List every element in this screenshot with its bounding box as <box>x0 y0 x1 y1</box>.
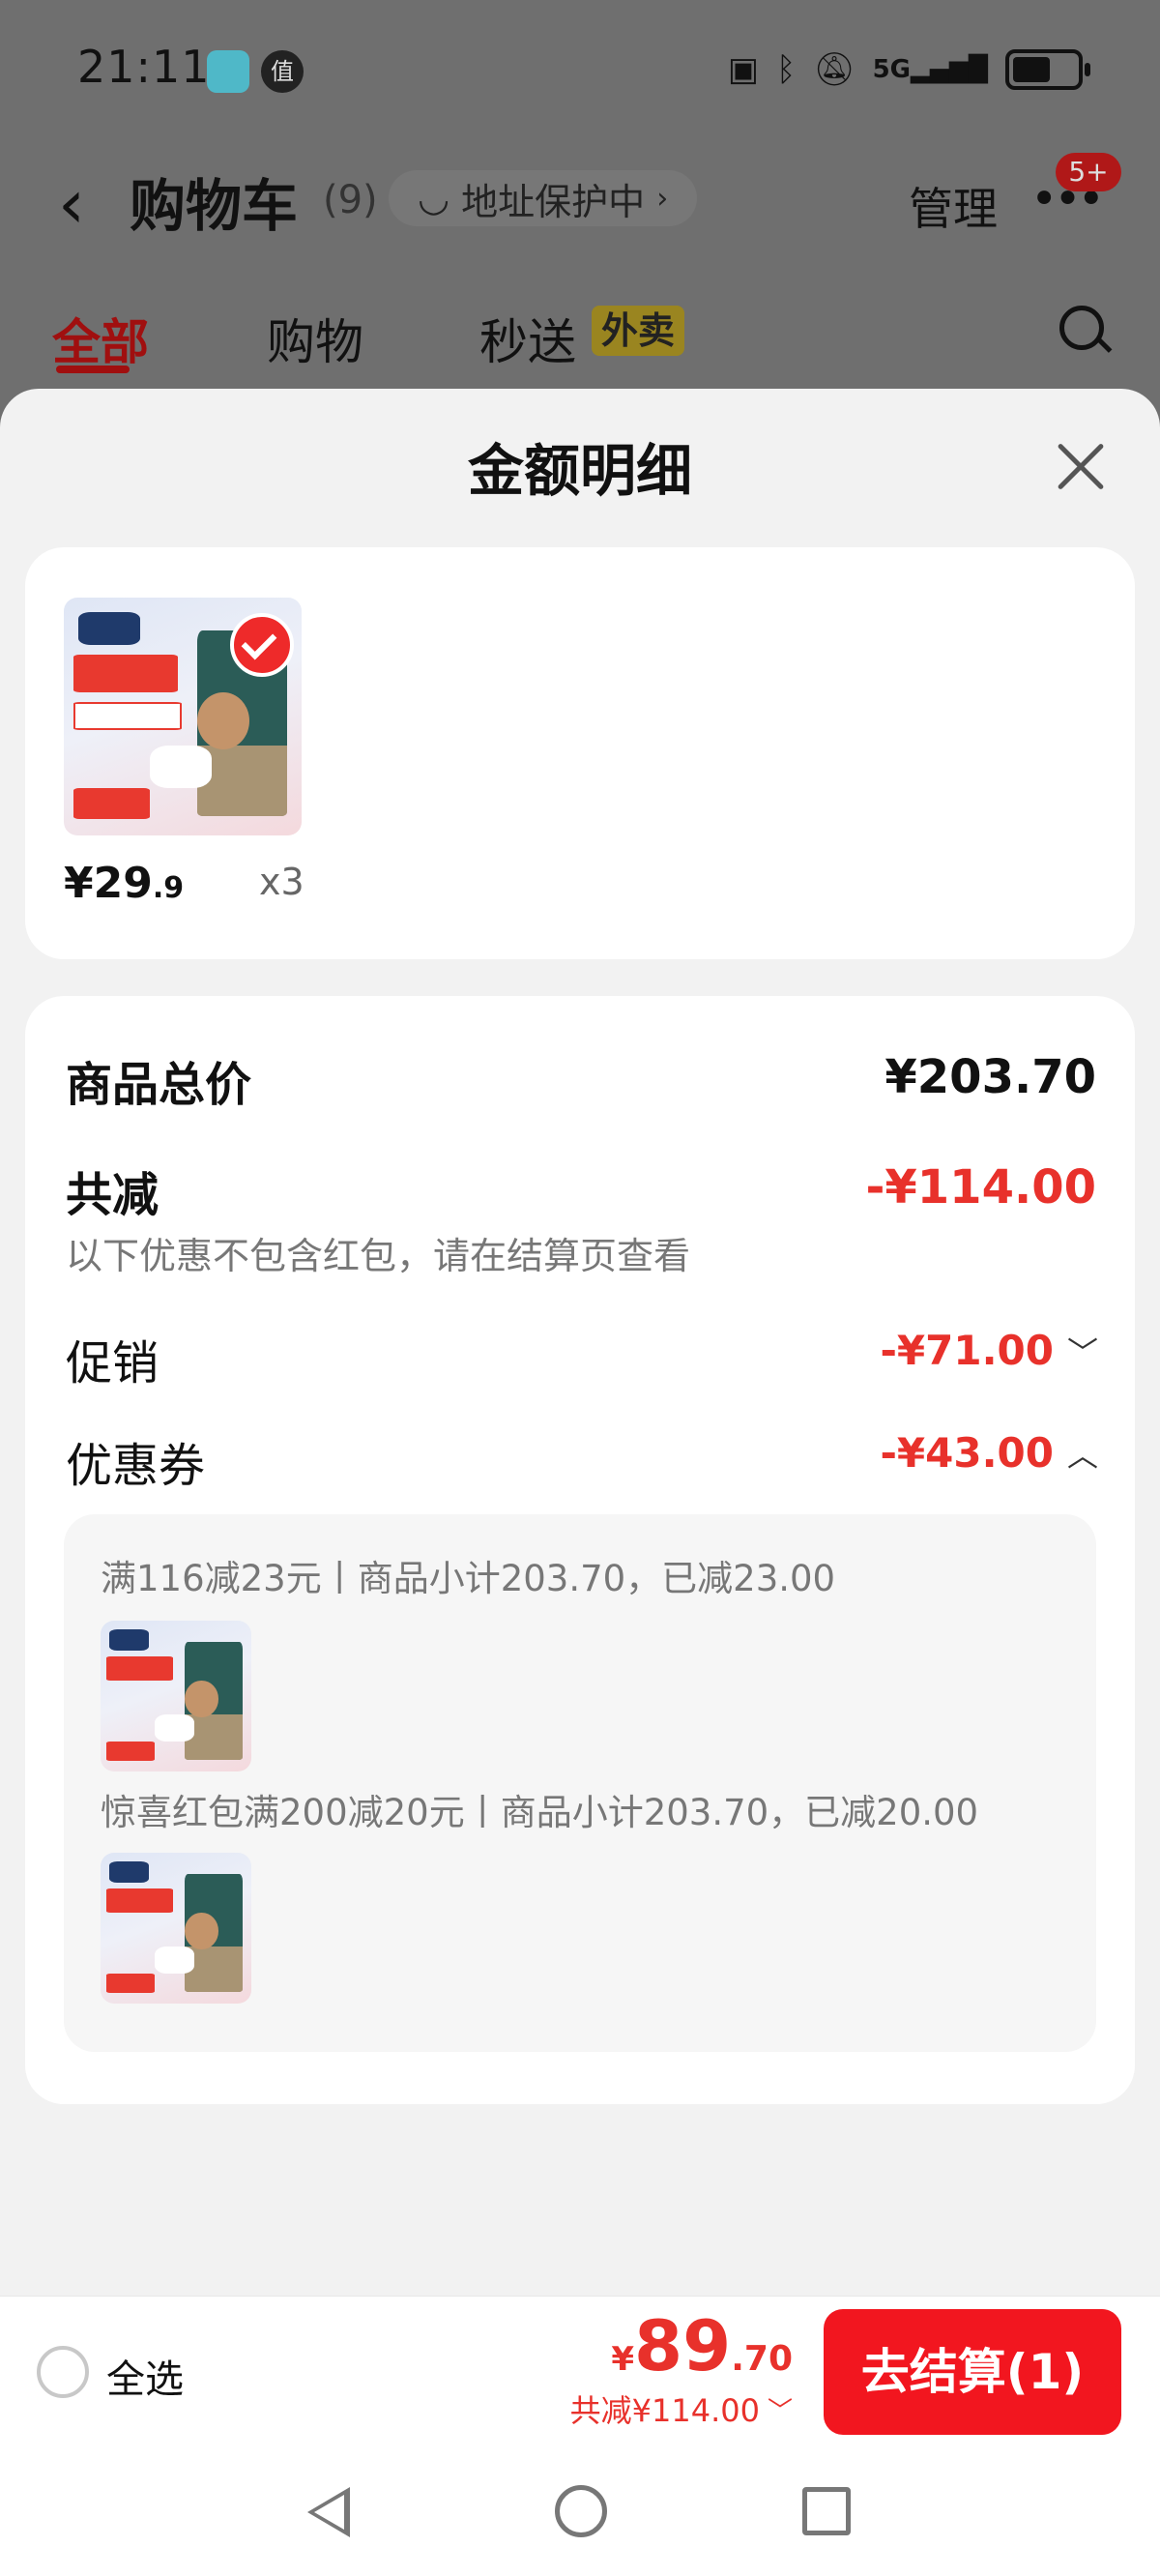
brand-logo <box>109 1861 149 1884</box>
diaper-graphic <box>149 745 212 788</box>
total-dec: .70 <box>731 2339 793 2379</box>
address-protect-pill[interactable]: ◡ 地址保护中 › <box>389 170 698 226</box>
chevron-down-icon: ﹀ <box>767 2396 793 2426</box>
status-icons: ▣ ᛒ 🔕︎ 5G▂▄▆█ <box>727 43 1090 97</box>
price-sticker <box>106 1741 156 1762</box>
battery-icon <box>1005 49 1090 90</box>
nav-recent-icon[interactable] <box>802 2487 851 2535</box>
saved-amount: 共减¥114.00 <box>569 2392 760 2429</box>
bear-graphic <box>185 1913 218 1949</box>
checkout-button[interactable]: 去结算(1) <box>824 2309 1121 2435</box>
promo-row-toggle[interactable]: -¥71.00 ﹀ <box>880 1327 1098 1374</box>
price-sticker <box>106 1973 156 1994</box>
total-yen: ¥ <box>611 2340 635 2379</box>
tab-express[interactable]: 秒送 <box>479 304 576 373</box>
brand-logo <box>77 611 140 646</box>
coupon-row-toggle[interactable]: -¥43.00 ︿ <box>880 1429 1098 1477</box>
sheet-title: 金额明细 <box>467 438 692 504</box>
total-label: 商品总价 <box>66 1058 252 1112</box>
nav-home-icon[interactable] <box>555 2485 607 2537</box>
chevron-down-icon: ﹀ <box>1066 1333 1098 1371</box>
discount-note: 以下优惠不包含红包，请在结算页查看 <box>66 1235 691 1277</box>
total-amount: ¥89.70 <box>611 2305 793 2386</box>
reader-app-icon <box>207 50 249 93</box>
cart-count: (9) <box>323 178 378 222</box>
bear-graphic <box>196 692 249 750</box>
search-icon[interactable] <box>1059 306 1104 350</box>
promo-value: -¥71.00 <box>880 1327 1054 1374</box>
coupon-detail-text: 满116减23元丨商品小计203.70，已减23.00 <box>101 1558 836 1599</box>
product-price-dec: .9 <box>152 871 185 905</box>
manage-button[interactable]: 管理 <box>909 174 998 238</box>
selected-check-icon[interactable] <box>230 613 294 677</box>
coupon-product-image <box>101 1621 251 1771</box>
close-icon[interactable] <box>1054 440 1108 494</box>
coupon-product-image <box>101 1853 251 2004</box>
select-all-radio[interactable] <box>37 2346 89 2398</box>
coupon-value: -¥43.00 <box>880 1429 1054 1477</box>
discount-label: 共减 <box>66 1168 160 1222</box>
price-sticker <box>72 787 150 819</box>
coupon-detail-text: 惊喜红包满200减20元丨商品小计203.70，已减20.00 <box>101 1792 979 1833</box>
product-price-int: ¥29 <box>64 859 153 908</box>
zhi-app-icon: 值 <box>261 50 304 93</box>
message-badge: 5+ <box>1056 153 1121 191</box>
product-quantity: x3 <box>259 861 304 903</box>
address-protect-label: 地址保护中 <box>461 180 646 223</box>
saved-amount-toggle[interactable]: 共减¥114.00 ﹀ <box>570 2386 793 2431</box>
discount-value: -¥114.00 <box>865 1160 1096 1215</box>
diaper-graphic <box>155 1713 194 1742</box>
bluetooth-icon: ᛒ <box>776 50 797 89</box>
status-bar: 21:11 值 ▣ ᛒ 🔕︎ 5G▂▄▆█ <box>0 0 1160 145</box>
tab-all[interactable]: 全部 <box>52 304 149 373</box>
promo-sticker <box>72 655 179 693</box>
mute-icon: 🔕︎ <box>813 50 856 89</box>
promo-label: 促销 <box>66 1336 160 1390</box>
chevron-right-icon: › <box>656 181 669 216</box>
tab-shopping[interactable]: 购物 <box>267 304 363 373</box>
diaper-graphic <box>155 1946 194 1974</box>
coupon-label: 优惠券 <box>66 1439 206 1493</box>
status-time: 21:11 <box>77 41 211 93</box>
promo-sticker <box>72 702 183 730</box>
back-icon[interactable]: ‹ <box>58 164 85 244</box>
nav-back-icon[interactable] <box>307 2487 350 2537</box>
nfc-icon: ▣ <box>727 50 759 89</box>
promo-sticker <box>106 1888 173 1914</box>
smile-icon: ◡ <box>418 177 450 220</box>
tab-active-indicator <box>56 366 130 373</box>
promo-sticker <box>106 1656 173 1682</box>
total-value: ¥203.70 <box>884 1050 1096 1104</box>
total-int: 89 <box>634 2305 732 2386</box>
select-all-label[interactable]: 全选 <box>106 2348 184 2404</box>
signal-5g-icon: 5G▂▄▆█ <box>872 55 988 84</box>
chevron-up-icon: ︿ <box>1066 1436 1098 1474</box>
network-label: 5G <box>872 55 912 84</box>
brand-logo <box>109 1629 149 1652</box>
takeout-tag: 外卖 <box>592 306 685 356</box>
product-price: ¥29.9 <box>64 859 184 908</box>
cart-title: 购物车 <box>130 173 299 239</box>
bear-graphic <box>185 1681 218 1717</box>
